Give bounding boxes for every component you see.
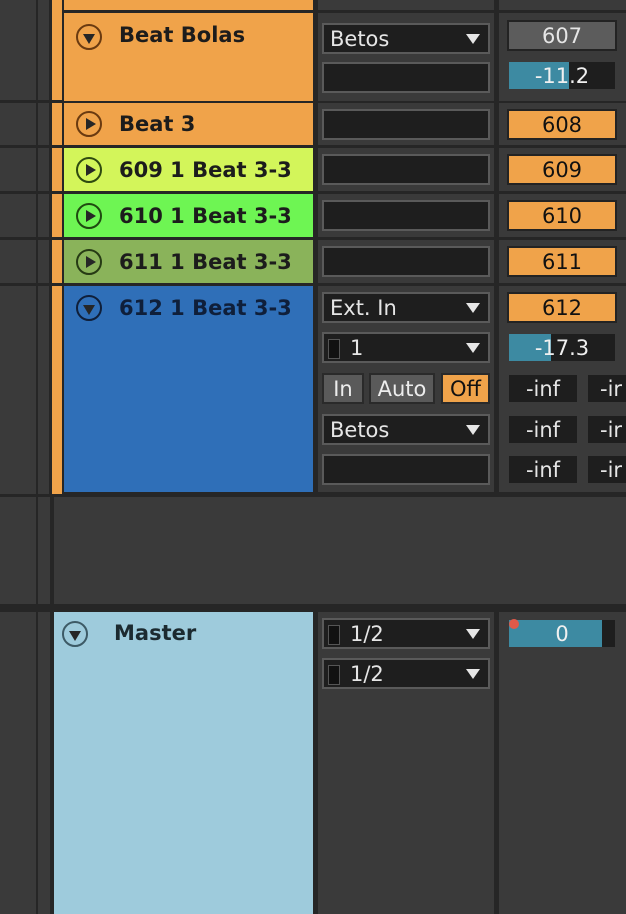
send-a-knob[interactable]: -inf (507, 373, 579, 404)
track-number-button[interactable]: 607 (507, 20, 617, 51)
send-b-knob[interactable]: -ir (586, 414, 626, 445)
input-type-dropdown[interactable] (322, 109, 490, 140)
track-header[interactable]: 609 1 Beat 3-3 (64, 148, 313, 191)
drop-area[interactable] (54, 497, 626, 604)
input-channel-dropdown[interactable]: 1 (322, 332, 490, 363)
fold-right-icon[interactable] (76, 249, 102, 275)
previous-track-sliver (64, 0, 313, 10)
track-number-button[interactable]: 608 (507, 109, 617, 140)
row-separator (0, 145, 62, 148)
input-meter-icon (328, 339, 340, 359)
fold-down-icon[interactable] (76, 24, 102, 50)
track-name: Beat 3 (119, 112, 196, 136)
track-name: 611 1 Beat 3-3 (119, 250, 292, 274)
output-type-dropdown[interactable]: Betos (322, 414, 490, 445)
input-channel-value: 1 (350, 335, 364, 360)
fold-down-icon[interactable] (62, 621, 88, 647)
track-header[interactable]: 610 1 Beat 3-3 (64, 194, 313, 237)
track-header[interactable]: Beat 3 (64, 103, 313, 145)
input-type-dropdown[interactable]: Ext. In (322, 292, 490, 323)
master-output-dropdown[interactable]: 1/2 (322, 658, 490, 689)
send-a-knob[interactable]: -inf (507, 414, 579, 445)
volume-value: -11.2 (534, 63, 590, 88)
clip-indicator-icon[interactable] (509, 619, 519, 629)
io-column-sliver (318, 0, 494, 10)
left-gutter-strip (0, 0, 36, 494)
master-input-value: 1/2 (350, 621, 384, 646)
group-color-bar (52, 0, 62, 494)
track-name: Beat Bolas (119, 23, 246, 47)
volume-value: -17.3 (534, 335, 590, 360)
volume-value: 0 (555, 621, 569, 646)
row-separator (0, 283, 62, 286)
master-output-value: 1/2 (350, 661, 384, 686)
left-gutter-strip-2 (38, 0, 49, 494)
fold-down-icon[interactable] (76, 295, 102, 321)
input-type-dropdown[interactable] (322, 154, 490, 185)
track-number-button[interactable]: 611 (507, 246, 617, 277)
fold-right-icon[interactable] (76, 203, 102, 229)
track-name: 612 1 Beat 3-3 (119, 296, 292, 320)
track-number-button[interactable]: 609 (507, 154, 617, 185)
master-gutter (0, 612, 36, 914)
row-separator (0, 191, 62, 194)
master-mixer-panel (499, 612, 626, 914)
row-separator (0, 100, 62, 103)
output-channel-dropdown[interactable] (322, 454, 490, 485)
empty-gutter-2 (38, 497, 50, 604)
input-type-dropdown[interactable] (322, 246, 490, 277)
input-type-dropdown[interactable]: Betos (322, 23, 490, 54)
master-track-header[interactable]: Master (54, 612, 313, 914)
track-header[interactable]: Beat Bolas (64, 13, 313, 101)
track-header[interactable]: 611 1 Beat 3-3 (64, 240, 313, 283)
track-volume-slider[interactable]: -17.3 (507, 332, 617, 363)
send-a-knob[interactable]: -inf (507, 454, 579, 485)
master-input-dropdown[interactable]: 1/2 (322, 618, 490, 649)
fold-right-icon[interactable] (76, 157, 102, 183)
track-name: 609 1 Beat 3-3 (119, 158, 292, 182)
track-number-button[interactable]: 610 (507, 200, 617, 231)
monitor-in-button[interactable]: In (322, 373, 364, 404)
track-header[interactable]: 612 1 Beat 3-3 (64, 286, 313, 492)
input-channel-dropdown[interactable] (322, 62, 490, 93)
monitor-off-button[interactable]: Off (441, 373, 490, 404)
track-name: 610 1 Beat 3-3 (119, 204, 292, 228)
track-number-button[interactable]: 612 (507, 292, 617, 323)
stereo-meter-icon (328, 625, 340, 645)
send-b-knob[interactable]: -ir (586, 373, 626, 404)
input-type-dropdown[interactable] (322, 200, 490, 231)
master-gutter-2 (38, 612, 50, 914)
stereo-meter-icon (328, 665, 340, 685)
fold-right-icon[interactable] (76, 111, 102, 137)
row-separator (0, 237, 62, 240)
send-b-knob[interactable]: -ir (586, 454, 626, 485)
empty-gutter (0, 497, 36, 604)
mixer-column-sliver (499, 0, 626, 10)
monitor-auto-button[interactable]: Auto (369, 373, 435, 404)
track-volume-slider[interactable]: -11.2 (507, 60, 617, 91)
master-name: Master (114, 621, 197, 645)
master-volume-slider[interactable]: 0 (507, 618, 617, 649)
